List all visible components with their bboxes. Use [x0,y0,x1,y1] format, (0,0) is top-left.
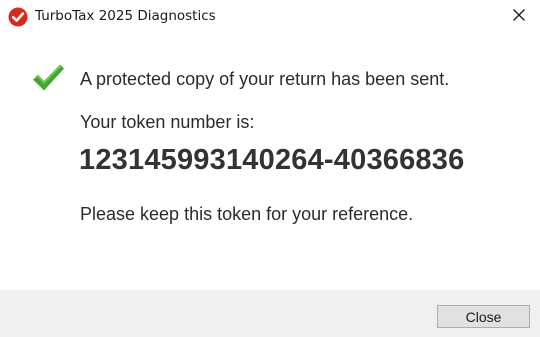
turbotax-logo-icon [8,7,28,27]
token-label: Your token number is: [80,112,255,132]
window-close-button[interactable] [498,0,540,34]
token-number: 123145993140264-40366836 [79,144,465,176]
dialog-content: A protected copy of your return has been… [0,34,540,290]
close-button[interactable]: Close [437,305,530,328]
window-title: TurboTax 2025 Diagnostics [35,8,216,24]
dialog-footer: Close [0,290,540,337]
title-bar: TurboTax 2025 Diagnostics [0,0,540,34]
green-checkmark-icon [31,62,65,94]
sent-confirmation-text: A protected copy of your return has been… [80,69,450,89]
reference-note-text: Please keep this token for your referenc… [80,204,414,224]
close-icon[interactable] [512,8,526,27]
